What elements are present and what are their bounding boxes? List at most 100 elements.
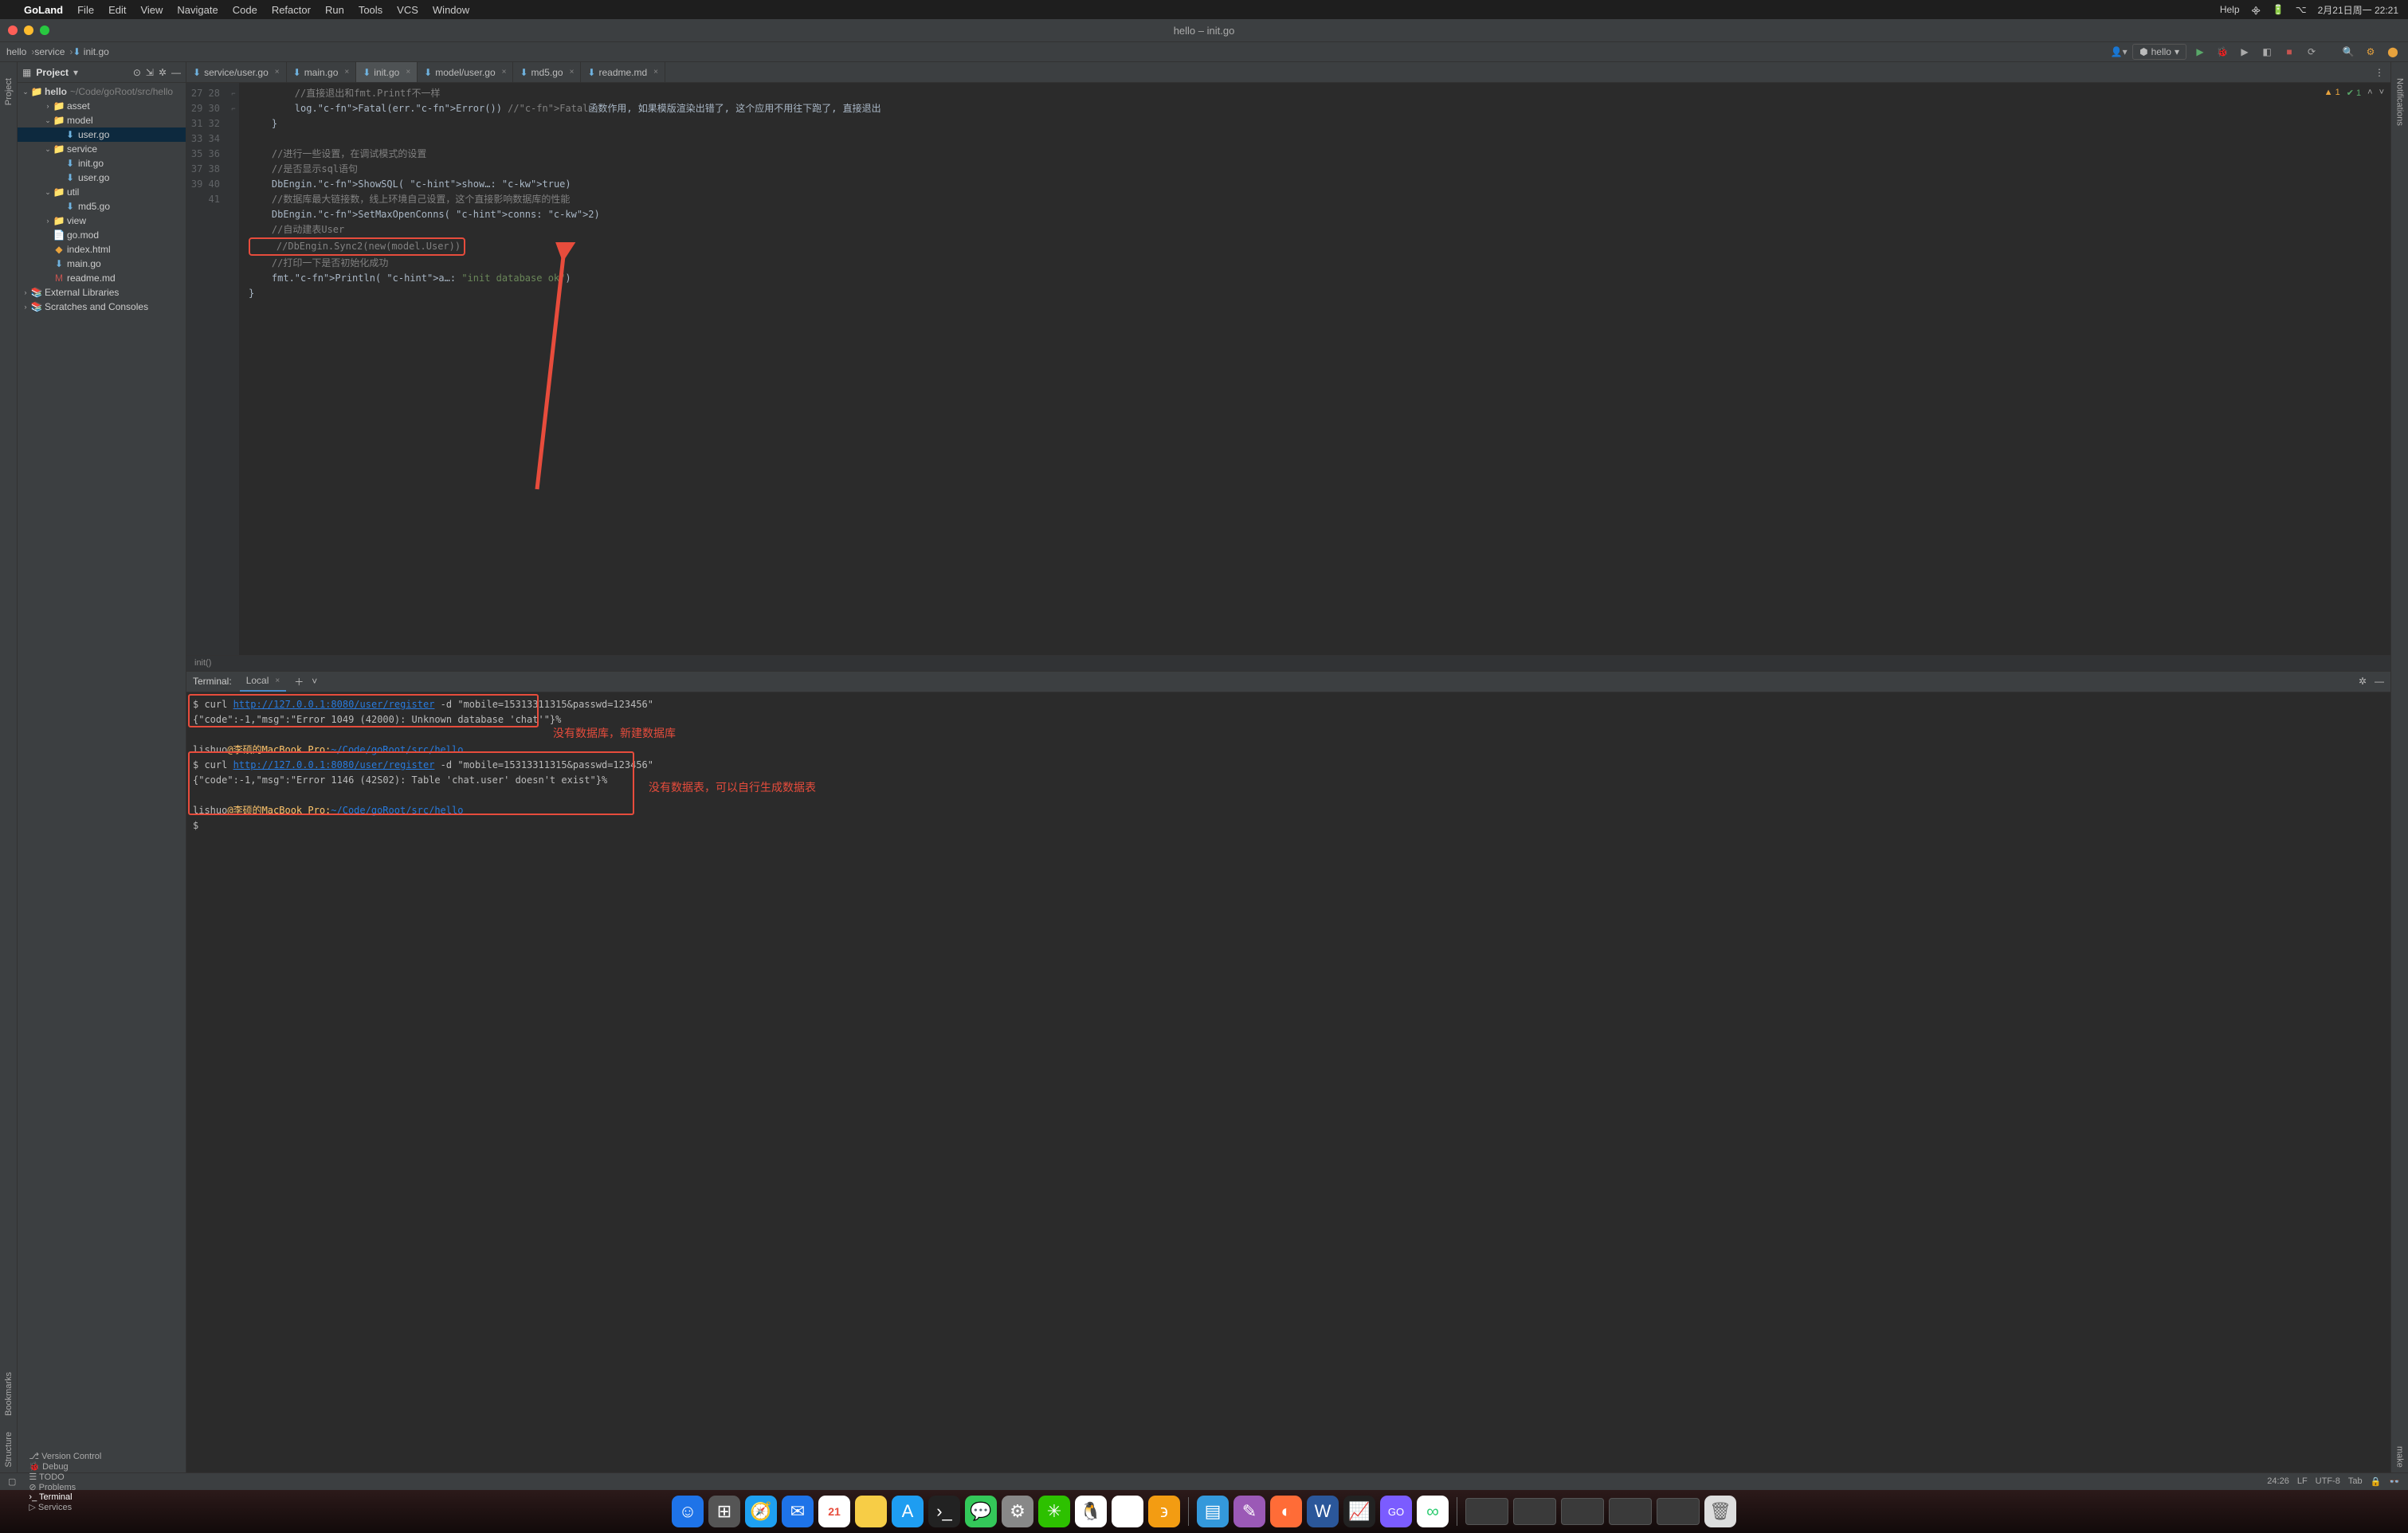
terminal-body[interactable]: $ curl http://127.0.0.1:8080/user/regist…: [186, 692, 2390, 1472]
dock-min-4[interactable]: [1609, 1498, 1652, 1525]
tab-md5.go[interactable]: ⬇ md5.go ×: [513, 62, 581, 82]
gear-icon[interactable]: ✲: [159, 67, 167, 78]
menu-help[interactable]: Help: [2220, 4, 2240, 15]
tree-node-readme.md[interactable]: Mreadme.md: [18, 271, 186, 285]
reader-mode-icon[interactable]: 👓: [2389, 1476, 2400, 1487]
dock-settings[interactable]: ⚙: [1002, 1496, 1033, 1527]
toolwindow-quick-icon[interactable]: ▢: [8, 1476, 16, 1487]
menu-run[interactable]: Run: [325, 4, 344, 16]
bottom-version-control[interactable]: ⎇ Version Control: [29, 1451, 101, 1461]
dock-terminal[interactable]: ›_: [928, 1496, 960, 1527]
tabs-menu-icon[interactable]: ⋮: [2368, 62, 2390, 82]
chevron-down-icon[interactable]: ˅: [312, 676, 317, 687]
code-area[interactable]: //直接退出和fmt.Printf不一样 log."c-fn">Fatal(er…: [239, 83, 2390, 655]
menu-view[interactable]: View: [140, 4, 163, 16]
clock[interactable]: 2月21日周一 22:21: [2318, 3, 2398, 17]
editor-body[interactable]: 27 28 29 30 31 32 33 34 35 36 37 38 39 4…: [186, 83, 2390, 655]
tree-root[interactable]: ⌄📁 hello ~/Code/goRoot/src/hello: [18, 84, 186, 99]
close-icon[interactable]: ×: [275, 68, 280, 76]
dock-goland[interactable]: GO: [1380, 1496, 1412, 1527]
add-terminal-icon[interactable]: ＋: [294, 675, 304, 688]
menu-tools[interactable]: Tools: [359, 4, 382, 16]
expand-all-icon[interactable]: ⇲: [146, 67, 154, 78]
editor-breadcrumb[interactable]: init(): [186, 655, 2390, 671]
wifi-icon[interactable]: ᯽: [2251, 3, 2261, 17]
fold-column[interactable]: ⌐⌐: [228, 83, 239, 655]
run-button[interactable]: ▶: [2191, 43, 2209, 61]
close-icon[interactable]: ×: [653, 68, 658, 76]
tree-node-user.go[interactable]: ⬇user.go: [18, 171, 186, 185]
bottom-todo[interactable]: ☰ TODO: [29, 1472, 101, 1482]
dock-qq[interactable]: 🐧: [1075, 1496, 1107, 1527]
dock-app-c[interactable]: ✎: [1233, 1496, 1265, 1527]
dock-min-1[interactable]: [1465, 1498, 1508, 1525]
hide-icon[interactable]: —: [2375, 676, 2384, 687]
dock-launchpad[interactable]: ⊞: [708, 1496, 740, 1527]
dock-word[interactable]: W: [1307, 1496, 1339, 1527]
menu-file[interactable]: File: [77, 4, 94, 16]
debug-button[interactable]: 🐞: [2214, 43, 2231, 61]
tree-node-go.mod[interactable]: 📄go.mod: [18, 228, 186, 242]
dock-min-3[interactable]: [1561, 1498, 1604, 1525]
dock-app-b[interactable]: ▤: [1197, 1496, 1229, 1527]
tree-extra[interactable]: ›📚Scratches and Consoles: [18, 300, 186, 314]
bottom-services[interactable]: ▷ Services: [29, 1502, 101, 1512]
select-opened-icon[interactable]: ⊙: [133, 67, 141, 78]
inspection-widget[interactable]: ▲ 1 ✔ 1 ˄ ˅: [2324, 88, 2384, 98]
tree-node-user.go[interactable]: ⬇user.go: [18, 127, 186, 142]
stop-button[interactable]: ■: [2281, 43, 2298, 61]
dock-wechat[interactable]: ✳: [1038, 1496, 1070, 1527]
breadcrumb-1[interactable]: service: [34, 46, 73, 57]
dock-notes[interactable]: [855, 1496, 887, 1527]
menu-vcs[interactable]: VCS: [397, 4, 418, 16]
traffic-light-zoom[interactable]: [40, 25, 49, 35]
close-icon[interactable]: ×: [406, 68, 410, 76]
dock-safari[interactable]: 🧭: [745, 1496, 777, 1527]
tree-node-service[interactable]: ⌄📁service: [18, 142, 186, 156]
close-icon[interactable]: ×: [275, 676, 280, 685]
dock-min-2[interactable]: [1513, 1498, 1556, 1525]
strip-project[interactable]: Project: [4, 73, 14, 110]
bottom-terminal[interactable]: ›_ Terminal: [29, 1492, 101, 1502]
battery-icon[interactable]: 🔋: [2273, 4, 2284, 15]
tab-init.go[interactable]: ⬇ init.go ×: [356, 62, 418, 82]
dock-mail[interactable]: ✉: [782, 1496, 814, 1527]
dock-min-5[interactable]: [1657, 1498, 1700, 1525]
menu-edit[interactable]: Edit: [108, 4, 126, 16]
tab-readme.md[interactable]: ⬇ readme.md ×: [581, 62, 665, 82]
control-center-icon[interactable]: ⌥: [2296, 4, 2307, 15]
strip-bookmarks[interactable]: Bookmarks: [4, 1367, 14, 1421]
dock-finder[interactable]: ☺: [672, 1496, 704, 1527]
tree-node-view[interactable]: ›📁view: [18, 214, 186, 228]
coverage-button[interactable]: ▶: [2236, 43, 2253, 61]
status-enc[interactable]: UTF-8: [2316, 1476, 2340, 1487]
dock-chrome[interactable]: ◉: [1112, 1496, 1143, 1527]
tree-node-md5.go[interactable]: ⬇md5.go: [18, 199, 186, 214]
strip-notifications[interactable]: Notifications: [2395, 73, 2405, 131]
gear-icon[interactable]: ✲: [2359, 676, 2367, 687]
run-config-selector[interactable]: ⬢ hello ▾: [2132, 44, 2186, 60]
tree-node-model[interactable]: ⌄📁model: [18, 113, 186, 127]
breadcrumb-2[interactable]: ⬇ init.go: [73, 46, 113, 57]
strip-structure[interactable]: Structure: [4, 1427, 14, 1472]
tab-model/user.go[interactable]: ⬇ model/user.go ×: [418, 62, 513, 82]
dock-calendar[interactable]: 21: [818, 1496, 850, 1527]
close-icon[interactable]: ×: [570, 68, 575, 76]
notifications-icon[interactable]: ⬤: [2384, 43, 2402, 61]
breadcrumb-0[interactable]: hello: [6, 46, 34, 57]
user-icon[interactable]: 👤▾: [2110, 43, 2128, 61]
dock-postman[interactable]: ◐: [1270, 1496, 1302, 1527]
menu-code[interactable]: Code: [233, 4, 257, 16]
lock-icon[interactable]: 🔒: [2371, 1476, 2382, 1487]
status-indent[interactable]: Tab: [2348, 1476, 2363, 1487]
dock-trash[interactable]: 🗑: [1704, 1496, 1736, 1527]
status-eol[interactable]: LF: [2297, 1476, 2308, 1487]
tab-main.go[interactable]: ⬇ main.go ×: [287, 62, 357, 82]
dock-messages[interactable]: 💬: [965, 1496, 997, 1527]
bottom-problems[interactable]: ⊘ Problems: [29, 1482, 101, 1492]
app-name[interactable]: GoLand: [24, 4, 63, 16]
tree-node-asset[interactable]: ›📁asset: [18, 99, 186, 113]
search-icon[interactable]: 🔍: [2339, 43, 2357, 61]
close-icon[interactable]: ×: [502, 68, 507, 76]
menu-navigate[interactable]: Navigate: [177, 4, 218, 16]
